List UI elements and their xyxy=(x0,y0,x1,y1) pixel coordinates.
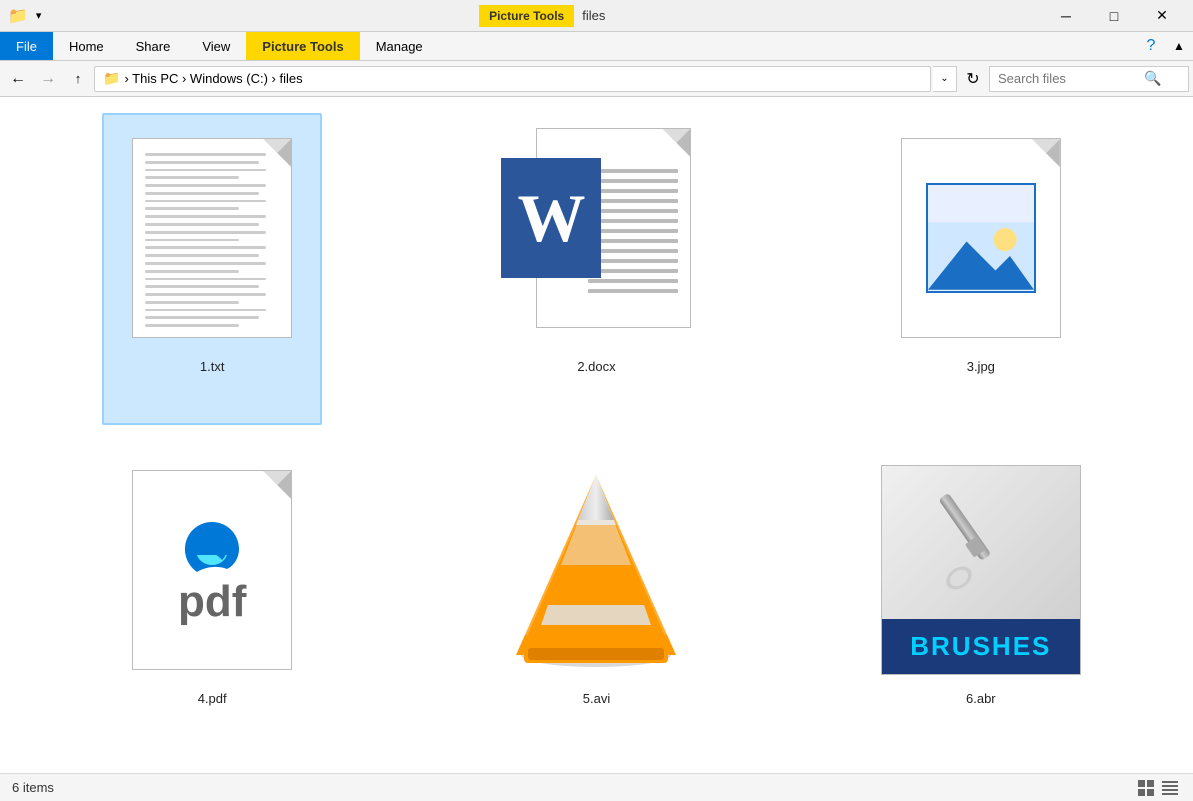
txt-line xyxy=(145,176,239,179)
help-button[interactable]: ? xyxy=(1137,32,1165,60)
file-item-jpg[interactable]: 3.jpg xyxy=(871,113,1091,425)
txt-line xyxy=(145,231,266,234)
back-button[interactable]: ← xyxy=(4,65,32,93)
docx-icon-wrapper: W xyxy=(496,123,696,353)
txt-line xyxy=(145,161,259,164)
txt-line xyxy=(145,215,266,218)
details-view-button[interactable] xyxy=(1159,777,1181,799)
file-label-pdf: 4.pdf xyxy=(198,691,227,706)
jpg-preview xyxy=(926,183,1036,293)
status-bar: 6 items xyxy=(0,773,1193,801)
forward-button[interactable]: → xyxy=(34,65,62,93)
txt-line xyxy=(145,169,266,172)
large-icons-view-button[interactable] xyxy=(1135,777,1157,799)
ribbon-tabs: File Home Share View Picture Tools Manag… xyxy=(0,32,1193,60)
close-button[interactable]: ✕ xyxy=(1139,0,1185,32)
abr-brushes-bar: BRUSHES xyxy=(882,619,1080,674)
txt-line xyxy=(145,153,266,156)
file-label-docx: 2.docx xyxy=(577,359,615,374)
file-item-txt[interactable]: 1.txt xyxy=(102,113,322,425)
txt-line xyxy=(145,278,266,281)
txt-icon-wrapper xyxy=(112,123,312,353)
view-buttons xyxy=(1135,777,1181,799)
search-icon: 🔍 xyxy=(1144,70,1161,87)
pdf-icon: pdf xyxy=(132,470,292,670)
address-dropdown-button[interactable]: ⌄ xyxy=(933,66,957,92)
word-badge: W xyxy=(501,158,601,278)
abr-icon-wrapper: BRUSHES xyxy=(881,455,1081,685)
file-label-txt: 1.txt xyxy=(200,359,225,374)
txt-line xyxy=(145,301,239,304)
docx-lines xyxy=(588,169,678,293)
search-input[interactable] xyxy=(998,71,1138,86)
txt-line xyxy=(145,270,239,273)
tab-home[interactable]: Home xyxy=(53,32,120,60)
file-item-avi[interactable]: 5.avi xyxy=(486,445,706,757)
address-path: › This PC › Windows (C:) › files xyxy=(124,71,302,86)
title-bar: 📁 ▾ Picture Tools files ─ □ ✕ xyxy=(0,0,1193,32)
txt-line xyxy=(145,223,259,226)
jpg-icon xyxy=(901,138,1061,338)
address-box[interactable]: 📁 › This PC › Windows (C:) › files xyxy=(94,66,931,92)
title-bar-controls: ─ □ ✕ xyxy=(1043,0,1185,32)
tab-share[interactable]: Share xyxy=(120,32,187,60)
file-item-abr[interactable]: BRUSHES 6.abr xyxy=(871,445,1091,757)
txt-line xyxy=(145,293,266,296)
abr-brush-area xyxy=(882,466,1080,619)
picture-tools-badge: Picture Tools xyxy=(479,5,574,27)
pdf-icon-wrapper: pdf xyxy=(112,455,312,685)
content-area: 1.txt xyxy=(0,97,1193,773)
refresh-button[interactable]: ↻ xyxy=(959,65,987,93)
minimize-button[interactable]: ─ xyxy=(1043,0,1089,32)
file-label-avi: 5.avi xyxy=(583,691,610,706)
pdf-text-label: pdf xyxy=(178,580,246,624)
txt-line xyxy=(145,309,266,312)
txt-line xyxy=(145,316,259,319)
title-bar-center: Picture Tools files xyxy=(41,5,1043,27)
file-grid: 1.txt xyxy=(0,97,1193,773)
vlc-icon xyxy=(506,470,686,670)
tab-manage[interactable]: Manage xyxy=(360,32,439,60)
txt-line xyxy=(145,239,239,242)
file-item-pdf[interactable]: pdf 4.pdf xyxy=(102,445,322,757)
txt-line xyxy=(145,200,266,203)
txt-line xyxy=(145,324,239,327)
txt-icon xyxy=(132,138,292,338)
file-label-abr: 6.abr xyxy=(966,691,996,706)
up-button[interactable]: ↑ xyxy=(64,65,92,93)
file-item-docx[interactable]: W 2.docx xyxy=(486,113,706,425)
txt-line xyxy=(145,192,259,195)
txt-line xyxy=(145,254,259,257)
item-count: 6 items xyxy=(12,780,54,795)
brush-svg xyxy=(931,483,1031,603)
txt-line xyxy=(145,262,266,265)
tab-file[interactable]: File xyxy=(0,32,53,60)
tab-picture-tools[interactable]: Picture Tools xyxy=(246,32,359,60)
tab-view[interactable]: View xyxy=(186,32,246,60)
txt-line xyxy=(145,207,239,210)
window-title: files xyxy=(582,8,605,23)
file-label-jpg: 3.jpg xyxy=(967,359,995,374)
ribbon-collapse-button[interactable]: ▲ xyxy=(1165,32,1193,60)
address-bar-row: ← → ↑ 📁 › This PC › Windows (C:) › files… xyxy=(0,61,1193,97)
txt-line xyxy=(145,184,266,187)
maximize-button[interactable]: □ xyxy=(1091,0,1137,32)
avi-icon-wrapper xyxy=(496,455,696,685)
jpg-icon-wrapper xyxy=(881,123,1081,353)
title-bar-icons: 📁 ▾ xyxy=(8,6,41,26)
txt-line xyxy=(145,285,259,288)
docx-icon: W xyxy=(501,128,691,348)
txt-line xyxy=(145,246,266,249)
ribbon: File Home Share View Picture Tools Manag… xyxy=(0,32,1193,61)
abr-icon: BRUSHES xyxy=(881,465,1081,675)
search-box[interactable]: 🔍 xyxy=(989,66,1189,92)
